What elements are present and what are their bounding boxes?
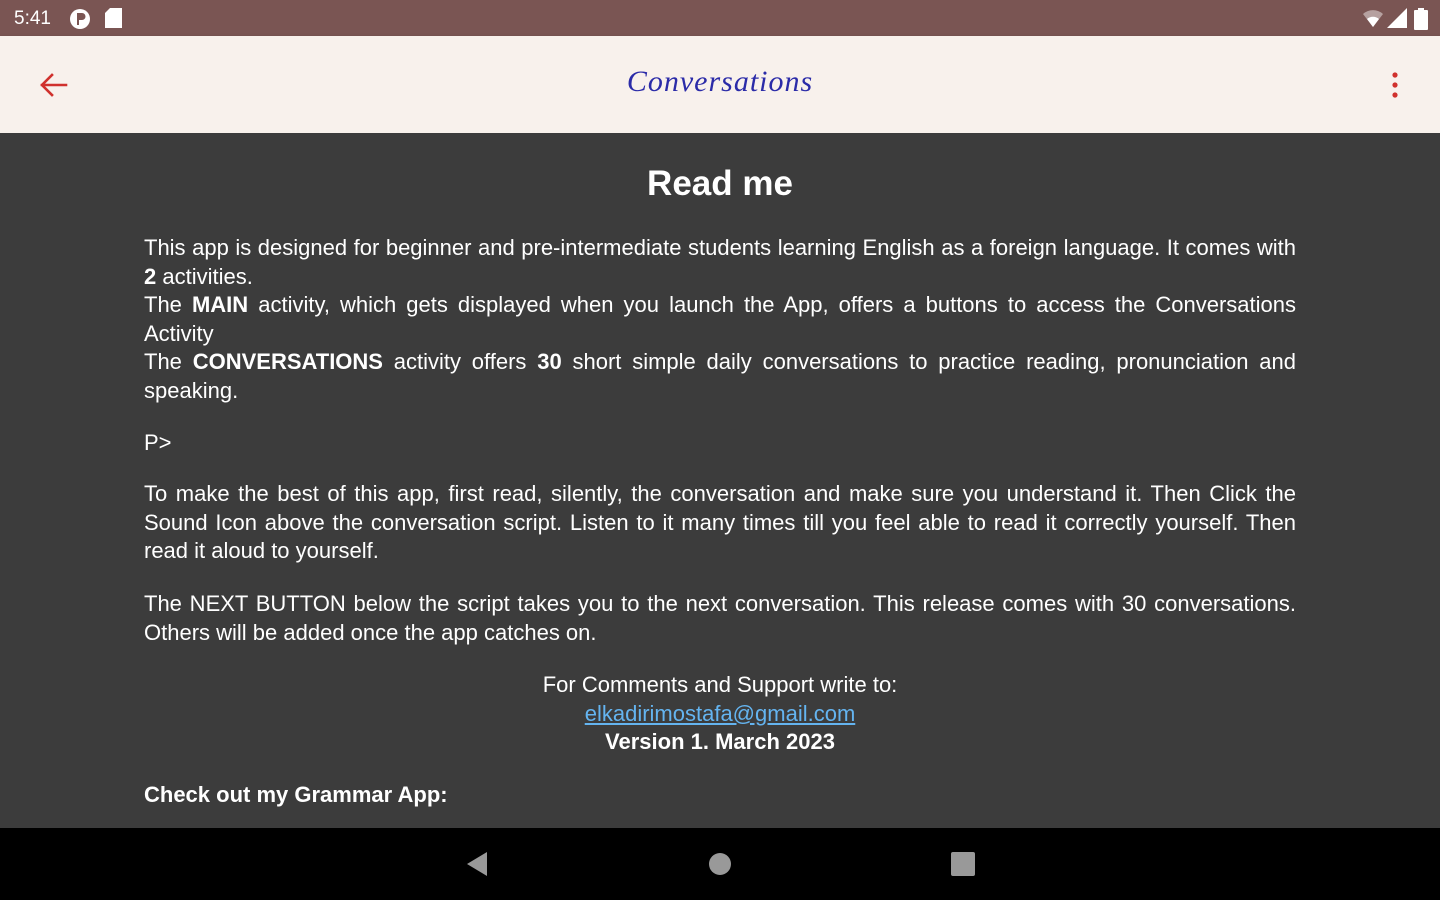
nav-recents-button[interactable] <box>945 848 981 880</box>
more-vert-icon <box>1392 72 1398 98</box>
nav-back-triangle-icon <box>467 852 487 876</box>
cell-signal-icon <box>1387 8 1407 33</box>
version-text: Version 1. March 2023 <box>605 729 835 755</box>
support-text: For Comments and Support write to: <box>542 672 898 698</box>
main-prefix: The <box>144 292 192 318</box>
conversations-prefix: The <box>144 349 193 375</box>
readme-content[interactable]: Read me This app is designed for beginne… <box>0 133 1440 828</box>
intro-text-end: activities. <box>156 263 253 289</box>
activity-count: 2 <box>144 263 157 289</box>
battery-icon <box>1414 8 1428 35</box>
grammar-app-promo: Check out my Grammar App: <box>144 781 448 807</box>
support-email-link[interactable]: elkadirimostafa@gmail.com <box>585 701 856 726</box>
nav-recents-square-icon <box>951 852 975 876</box>
status-time: 5:41 <box>14 8 51 29</box>
app-title: Conversations <box>626 65 814 98</box>
status-bar: 5:41 <box>0 0 1440 36</box>
readme-heading: Read me <box>647 164 793 203</box>
p-tag-text: P> <box>144 429 172 455</box>
app-bar: Conversations <box>0 36 1440 133</box>
p-badge-icon <box>69 8 91 35</box>
nav-home-button[interactable] <box>702 848 738 880</box>
intro-paragraph: This app is designed for beginner and pr… <box>144 234 1296 406</box>
wifi-icon <box>1362 8 1384 33</box>
navigation-bar <box>0 828 1440 900</box>
conversations-label: CONVERSATIONS <box>192 349 383 375</box>
conversation-count: 30 <box>537 349 562 375</box>
main-description: activity, which gets displayed when you … <box>144 292 1296 346</box>
sd-card-icon <box>105 8 122 33</box>
conversations-description-1: activity offers <box>382 349 538 375</box>
next-button-paragraph: The NEXT BUTTON below the script takes y… <box>144 590 1296 645</box>
intro-text: This app is designed for beginner and pr… <box>144 235 1296 260</box>
main-label: MAIN <box>191 292 249 318</box>
readme-body: This app is designed for beginner and pr… <box>144 234 1296 810</box>
nav-back-button[interactable] <box>459 848 495 880</box>
overflow-menu-button[interactable] <box>1380 64 1410 106</box>
nav-home-circle-icon <box>709 853 731 875</box>
instructions-paragraph: To make the best of this app, first read… <box>144 481 1296 564</box>
